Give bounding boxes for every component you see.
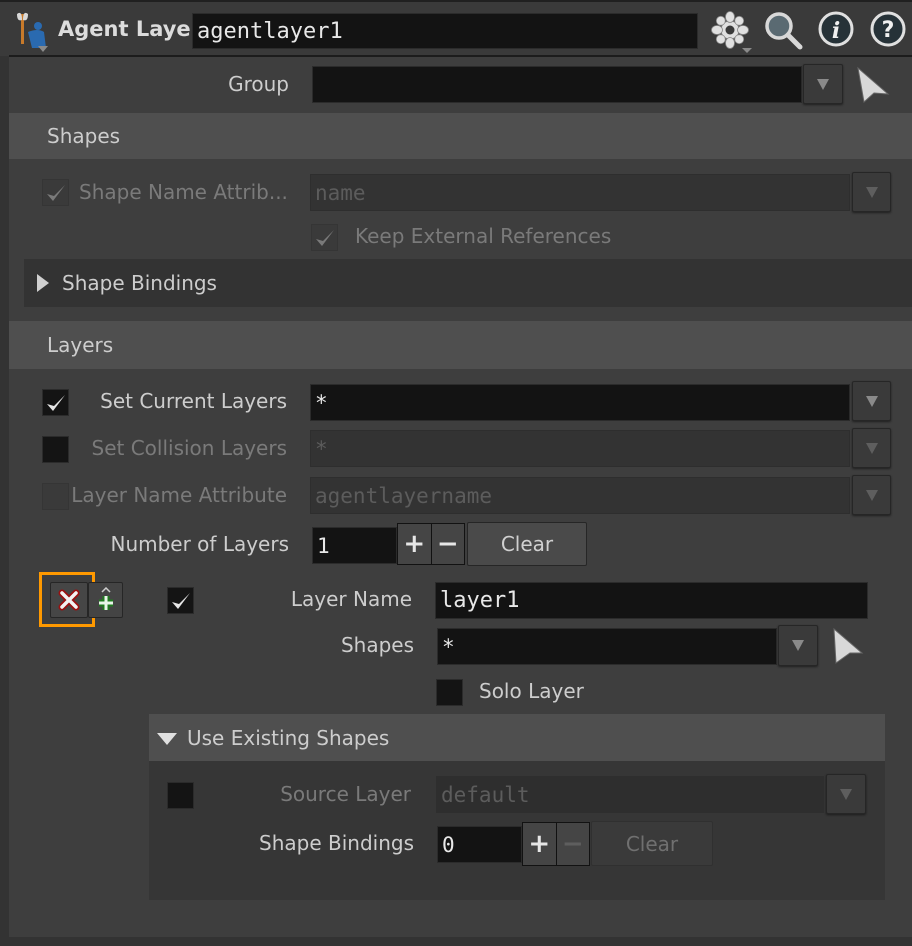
- number-of-layers-input[interactable]: 1: [312, 527, 397, 564]
- source-layer-checkbox[interactable]: [167, 782, 194, 809]
- svg-text:i: i: [832, 18, 840, 44]
- keep-external-refs-checkbox[interactable]: [311, 224, 338, 251]
- shape-bindings-label: Shape Bindings: [259, 831, 414, 855]
- layers-section-title: Layers: [47, 333, 114, 357]
- set-collision-layers-input[interactable]: *: [310, 430, 850, 467]
- set-collision-layers-label: Set Collision Layers: [91, 436, 288, 460]
- shapes-input[interactable]: *: [437, 628, 777, 665]
- shape-bindings-input[interactable]: 0: [437, 826, 522, 863]
- chevron-down-icon: [840, 788, 852, 800]
- source-layer-dropdown[interactable]: [826, 774, 866, 814]
- shapes-section-header: Shapes: [9, 113, 912, 159]
- group-label: Group: [228, 72, 289, 96]
- use-existing-shapes-title: Use Existing Shapes: [187, 725, 390, 750]
- shapes-dropdown[interactable]: [778, 625, 818, 666]
- header-divider: [9, 55, 912, 57]
- set-collision-layers-dropdown[interactable]: [852, 428, 891, 468]
- shape-name-attrib-dropdown[interactable]: [852, 172, 891, 212]
- checkmark-icon: [171, 592, 190, 609]
- left-margin: [0, 0, 9, 946]
- layer-name-attribute-input[interactable]: agentlayername: [310, 477, 850, 514]
- shape-bindings-folder-label: Shape Bindings: [62, 271, 217, 295]
- remove-shape-binding-button[interactable]: −: [555, 823, 590, 865]
- set-current-layers-input[interactable]: *: [310, 384, 850, 421]
- close-icon: [58, 589, 80, 611]
- shape-name-attrib-input[interactable]: name: [310, 174, 850, 211]
- agent-node-icon[interactable]: [14, 10, 54, 54]
- solo-layer-checkbox[interactable]: [436, 679, 463, 706]
- shapes-section-title: Shapes: [47, 124, 121, 148]
- shape-name-attrib-checkbox[interactable]: [42, 179, 69, 206]
- add-layer-button[interactable]: +: [398, 524, 431, 564]
- gear-icon[interactable]: [710, 10, 754, 54]
- layer-name-attribute-dropdown[interactable]: [852, 475, 891, 515]
- number-of-layers-label: Number of Layers: [110, 532, 289, 556]
- layer-name-input[interactable]: layer1: [435, 582, 868, 619]
- group-input[interactable]: [312, 66, 802, 103]
- search-icon[interactable]: [762, 10, 804, 52]
- node-name-input[interactable]: agentlayer1: [192, 13, 698, 49]
- layers-section-header: Layers: [9, 321, 912, 369]
- info-icon[interactable]: i: [816, 10, 856, 50]
- svg-text:?: ?: [882, 18, 895, 43]
- solo-layer-label: Solo Layer: [479, 679, 584, 703]
- checkmark-icon: [46, 184, 65, 201]
- chevron-down-icon: [865, 442, 878, 454]
- select-arrow-icon[interactable]: [832, 627, 866, 669]
- clear-layers-button[interactable]: Clear: [467, 522, 587, 566]
- checkmark-icon: [46, 394, 65, 411]
- collapse-triangle-icon: [157, 733, 177, 745]
- set-current-layers-checkbox[interactable]: [42, 389, 69, 416]
- keep-external-refs-label: Keep External References: [355, 224, 612, 248]
- remove-layer-item-button[interactable]: [50, 582, 88, 618]
- chevron-down-icon: [865, 395, 878, 407]
- source-layer-input[interactable]: default: [436, 776, 824, 813]
- group-dropdown-button[interactable]: [803, 64, 843, 104]
- use-existing-shapes-header[interactable]: Use Existing Shapes: [149, 714, 885, 761]
- chevron-down-icon: [865, 489, 878, 501]
- remove-layer-button[interactable]: −: [430, 524, 465, 564]
- shapes-label: Shapes: [340, 633, 414, 657]
- help-icon[interactable]: ?: [868, 10, 908, 50]
- layer-name-label: Layer Name: [290, 587, 412, 611]
- node-type-label: Agent Layer: [58, 17, 202, 41]
- chevron-down-icon: [792, 640, 804, 651]
- insert-plus-icon: [98, 587, 113, 610]
- checkmark-icon: [315, 229, 334, 246]
- set-collision-layers-checkbox[interactable]: [42, 436, 69, 463]
- chevron-down-icon: [817, 78, 829, 90]
- chevron-down-icon: [865, 186, 878, 198]
- shape-bindings-stepper[interactable]: + −: [522, 822, 590, 866]
- bottom-margin: [0, 937, 912, 946]
- add-shape-binding-button[interactable]: +: [523, 823, 556, 865]
- source-layer-label: Source Layer: [280, 782, 411, 806]
- clear-shape-bindings-button[interactable]: Clear: [591, 821, 713, 866]
- layer-name-attribute-checkbox[interactable]: [42, 483, 69, 510]
- set-current-layers-label: Set Current Layers: [100, 389, 287, 413]
- insert-layer-item-button[interactable]: [88, 582, 123, 618]
- shape-bindings-folder[interactable]: Shape Bindings: [24, 259, 912, 307]
- layer-name-attribute-label: Layer Name Attribute: [71, 483, 287, 507]
- shape-name-attrib-label: Shape Name Attrib...: [79, 180, 288, 204]
- number-of-layers-stepper[interactable]: + −: [397, 523, 465, 565]
- layer-enabled-checkbox[interactable]: [167, 587, 194, 614]
- expand-triangle-icon: [37, 274, 49, 292]
- set-current-layers-dropdown[interactable]: [852, 381, 891, 421]
- select-arrow-icon[interactable]: [856, 66, 890, 108]
